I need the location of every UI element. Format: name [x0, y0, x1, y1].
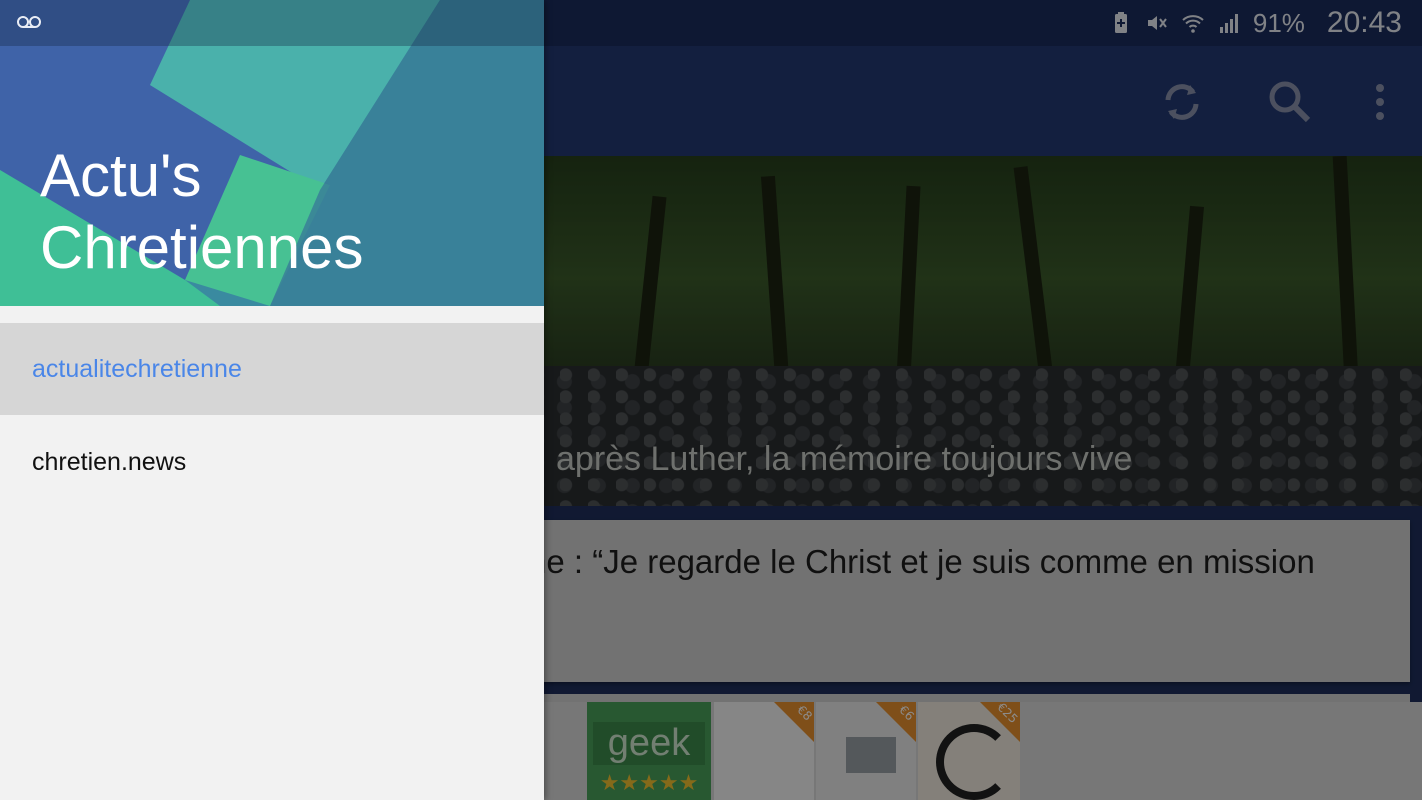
drawer-item-label: actualitechretienne	[32, 354, 242, 383]
drawer-status-strip	[0, 0, 544, 46]
drawer-item-label: chretien.news	[32, 447, 187, 476]
drawer-item-actualitechretienne[interactable]: actualitechretienne	[0, 323, 544, 415]
drawer-item-chretien-news[interactable]: chretien.news	[0, 416, 544, 508]
navigation-drawer: Actu's Chretiennes actualitechretienne c…	[0, 0, 544, 800]
drawer-header: Actu's Chretiennes	[0, 0, 544, 306]
voicemail-icon	[17, 16, 41, 28]
drawer-app-title: Actu's Chretiennes	[40, 142, 364, 281]
